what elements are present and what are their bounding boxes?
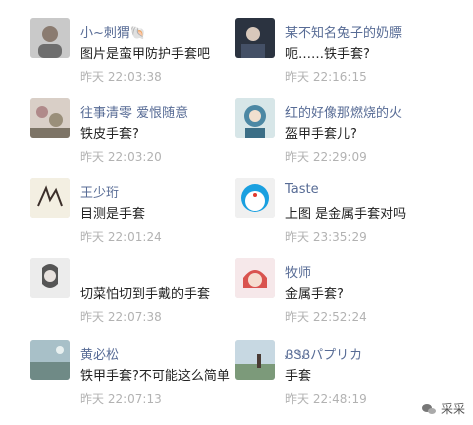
comment-time: 昨天 22:16:15 [285, 70, 367, 84]
avatar[interactable] [30, 98, 70, 138]
comment-text: 切菜怕切到手戴的手套 [80, 287, 211, 302]
commenter-name[interactable]: ᏰᏕᏰパプリカ [285, 344, 362, 363]
comment-item: Taste 上图 是金属手套对吗 昨天 23:35:29 [235, 178, 465, 258]
comment-time: 昨天 23:35:29 [285, 230, 367, 244]
avatar[interactable] [30, 178, 70, 218]
comment-time: 昨天 22:03:38 [80, 70, 162, 84]
comment-time: 昨天 22:01:24 [80, 230, 162, 244]
comment-item: 红的好像那燃烧的火 盔甲手套儿? 昨天 22:29:09 [235, 98, 465, 178]
comment-item: 往事清零 爱恨随意 铁皮手套? 昨天 22:03:20 [30, 98, 260, 178]
avatar[interactable] [30, 258, 70, 298]
comment-time: 昨天 22:03:20 [80, 150, 162, 164]
comment-item: 某不知名兔子的奶膘 呃……铁手套? 昨天 22:16:15 [235, 18, 465, 98]
comment-text: 铁甲手套?不可能这么简单 [80, 369, 230, 384]
comment-text: 手套 [285, 369, 312, 384]
avatar[interactable] [30, 340, 70, 380]
watermark: 采采 [421, 400, 465, 417]
comment-text: 金属手套? [285, 287, 344, 302]
commenter-name[interactable]: 黄必松 [80, 344, 119, 363]
commenter-name[interactable]: 往事清零 爱恨随意 [80, 102, 188, 121]
wechat-icon [421, 403, 436, 414]
comment-text: 图片是蛮甲防护手套吧 [80, 47, 211, 62]
commenter-name[interactable]: Taste [285, 182, 319, 197]
comment-item: 牧师 金属手套? 昨天 22:52:24 [235, 258, 465, 338]
comment-time: 昨天 22:07:38 [80, 310, 162, 324]
comment-item: 小~刺猬🐚 图片是蛮甲防护手套吧 昨天 22:03:38 [30, 18, 260, 98]
comment-item: 王少珩 目测是手套 昨天 22:01:24 [30, 178, 260, 258]
commenter-name[interactable]: 小~刺猬🐚 [80, 22, 146, 41]
comment-item: 切菜怕切到手戴的手套 昨天 22:07:38 [30, 258, 260, 338]
comment-text: 呃……铁手套? [285, 47, 370, 62]
comment-text: 铁皮手套? [80, 127, 139, 142]
avatar[interactable] [235, 18, 275, 58]
avatar[interactable] [235, 98, 275, 138]
comment-time: 昨天 22:07:13 [80, 392, 162, 406]
commenter-name[interactable]: 牧师 [285, 262, 311, 281]
watermark-text: 采采 [440, 402, 465, 416]
comment-item: 黄必松 铁甲手套?不可能这么简单 昨天 22:07:13 [30, 340, 260, 420]
comment-text: 上图 是金属手套对吗 [285, 207, 407, 222]
avatar[interactable] [235, 178, 275, 218]
comment-time: 昨天 22:48:19 [285, 392, 367, 406]
avatar[interactable] [235, 258, 275, 298]
comment-time: 昨天 22:29:09 [285, 150, 367, 164]
comment-time: 昨天 22:52:24 [285, 310, 367, 324]
avatar[interactable] [30, 18, 70, 58]
commenter-name[interactable]: 红的好像那燃烧的火 [285, 102, 402, 121]
avatar[interactable] [235, 340, 275, 380]
comment-text: 目测是手套 [80, 207, 146, 222]
comment-text: 盔甲手套儿? [285, 127, 357, 142]
commenter-name[interactable]: 某不知名兔子的奶膘 [285, 22, 402, 41]
commenter-name[interactable]: 王少珩 [80, 182, 119, 201]
